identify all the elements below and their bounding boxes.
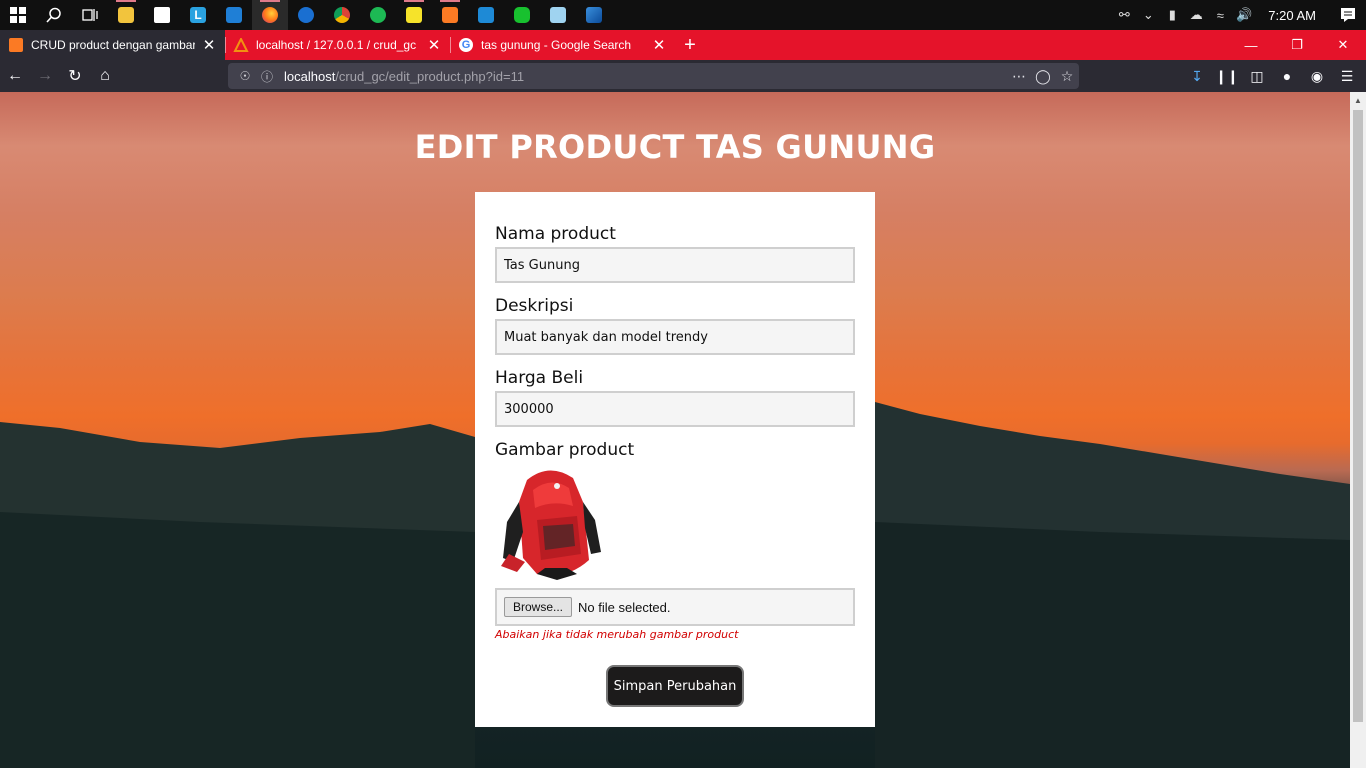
shield-icon[interactable]: ☉ — [234, 65, 256, 87]
battery-icon[interactable]: ▮ — [1160, 0, 1184, 30]
clock[interactable]: 7:20 AM — [1256, 8, 1330, 23]
scroll-thumb[interactable] — [1353, 110, 1363, 722]
windows-start-icon[interactable] — [0, 0, 36, 30]
scroll-up-arrow[interactable]: ▲ — [1350, 92, 1366, 108]
store-icon[interactable] — [144, 0, 180, 30]
product-image — [501, 470, 601, 580]
task-view-icon[interactable] — [72, 0, 108, 30]
windows-taskbar: L ⚯ ⌄ ▮ ☁ ≈ 🔊 7:20 AM — [0, 0, 1366, 30]
forward-button[interactable]: → — [30, 61, 60, 91]
mail-icon[interactable] — [216, 0, 252, 30]
menu-icon[interactable]: ☰ — [1332, 61, 1362, 91]
vscode-icon[interactable] — [468, 0, 504, 30]
sidebar-icon[interactable]: ◫ — [1242, 61, 1272, 91]
page-title: EDIT PRODUCT TAS GUNUNG — [414, 128, 936, 166]
nav-bar: ← → ↻ ⌂ ☉ ⓘ localhost/crud_gc/edit_produ… — [0, 60, 1366, 92]
back-button[interactable]: ← — [0, 61, 30, 91]
tab-strip: CRUD product dengan gambar ✕ localhost /… — [0, 30, 1366, 60]
no-file-text: No file selected. — [578, 599, 671, 615]
more-icon[interactable]: ⋯ — [1007, 64, 1031, 88]
edge-icon[interactable] — [288, 0, 324, 30]
xampp-icon[interactable] — [432, 0, 468, 30]
notification-icon[interactable] — [1330, 0, 1366, 30]
line-icon[interactable] — [504, 0, 540, 30]
bookmark-star-icon[interactable]: ☆ — [1055, 64, 1079, 88]
firefox-icon[interactable] — [252, 0, 288, 30]
onedrive-icon[interactable]: ☁ — [1184, 0, 1208, 30]
chevron-up-icon[interactable]: ⌄ — [1136, 0, 1160, 30]
home-button[interactable]: ⌂ — [90, 61, 120, 91]
photos-icon[interactable] — [576, 0, 612, 30]
tab-title: tas gunung - Google Search — [481, 38, 632, 52]
nama-label: Nama product — [495, 224, 616, 244]
sticky-notes-icon[interactable] — [396, 0, 432, 30]
tab-title: localhost / 127.0.0.1 / crud_gc | — [256, 38, 420, 52]
tab-phpmyadmin[interactable]: localhost / 127.0.0.1 / crud_gc | ✕ — [225, 30, 450, 60]
reload-button[interactable]: ↻ — [60, 61, 90, 91]
xampp-icon — [8, 37, 24, 53]
library-icon[interactable]: ❙❙ — [1212, 61, 1242, 91]
google-icon: G — [458, 37, 474, 53]
phpmyadmin-icon — [233, 37, 249, 53]
people-icon[interactable]: ⚯ — [1112, 0, 1136, 30]
chrome-icon[interactable] — [324, 0, 360, 30]
edit-form: Nama product Tas Gunung Deskripsi Muat b… — [475, 192, 875, 727]
deskripsi-input[interactable]: Muat banyak dan model trendy — [495, 319, 855, 355]
info-icon[interactable]: ⓘ — [256, 65, 278, 87]
url-host: localhost — [284, 68, 336, 84]
close-icon[interactable]: ✕ — [426, 37, 442, 54]
app-l-icon[interactable]: L — [180, 0, 216, 30]
close-icon[interactable]: ✕ — [201, 37, 217, 54]
harga-label: Harga Beli — [495, 368, 584, 388]
close-icon[interactable]: ✕ — [651, 37, 667, 54]
tab-google-search[interactable]: G tas gunung - Google Search ✕ — [450, 30, 675, 60]
file-explorer-icon[interactable] — [108, 0, 144, 30]
account-icon[interactable]: ● — [1272, 61, 1302, 91]
file-input[interactable]: Browse... No file selected. — [495, 588, 855, 626]
restore-button[interactable]: ❐ — [1274, 30, 1320, 60]
url-text[interactable]: localhost/crud_gc/edit_product.php?id=11 — [284, 69, 524, 84]
spotify-icon[interactable] — [360, 0, 396, 30]
nama-input[interactable]: Tas Gunung — [495, 247, 855, 283]
extension-icon[interactable]: ◉ — [1302, 61, 1332, 91]
image-hint: Abaikan jika tidak merubah gambar produc… — [495, 628, 739, 641]
deskripsi-label: Deskripsi — [495, 296, 574, 316]
harga-input[interactable]: 300000 — [495, 391, 855, 427]
tab-crud-product[interactable]: CRUD product dengan gambar ✕ — [0, 30, 225, 60]
notepad-icon[interactable] — [540, 0, 576, 30]
volume-icon[interactable]: 🔊 — [1232, 0, 1256, 30]
browse-button[interactable]: Browse... — [504, 597, 573, 617]
url-bar[interactable]: ☉ ⓘ localhost/crud_gc/edit_product.php?i… — [228, 63, 1079, 89]
url-path: /crud_gc/edit_product.php?id=11 — [335, 68, 525, 84]
gambar-label: Gambar product — [495, 440, 635, 460]
save-changes-button[interactable]: Simpan Perubahan — [606, 665, 744, 707]
page-viewport: EDIT PRODUCT TAS GUNUNG Nama product Tas… — [0, 92, 1350, 768]
tab-title: CRUD product dengan gambar — [31, 38, 195, 52]
new-tab-button[interactable]: + — [675, 30, 705, 60]
search-icon[interactable] — [36, 0, 72, 30]
vertical-scrollbar[interactable]: ▲ — [1350, 92, 1366, 768]
wifi-icon[interactable]: ≈ — [1208, 0, 1232, 30]
window-close-button[interactable]: ✕ — [1320, 30, 1366, 60]
minimize-button[interactable]: — — [1228, 30, 1274, 60]
pocket-icon[interactable]: ◯ — [1031, 64, 1055, 88]
download-icon[interactable]: ↧ — [1182, 61, 1212, 91]
